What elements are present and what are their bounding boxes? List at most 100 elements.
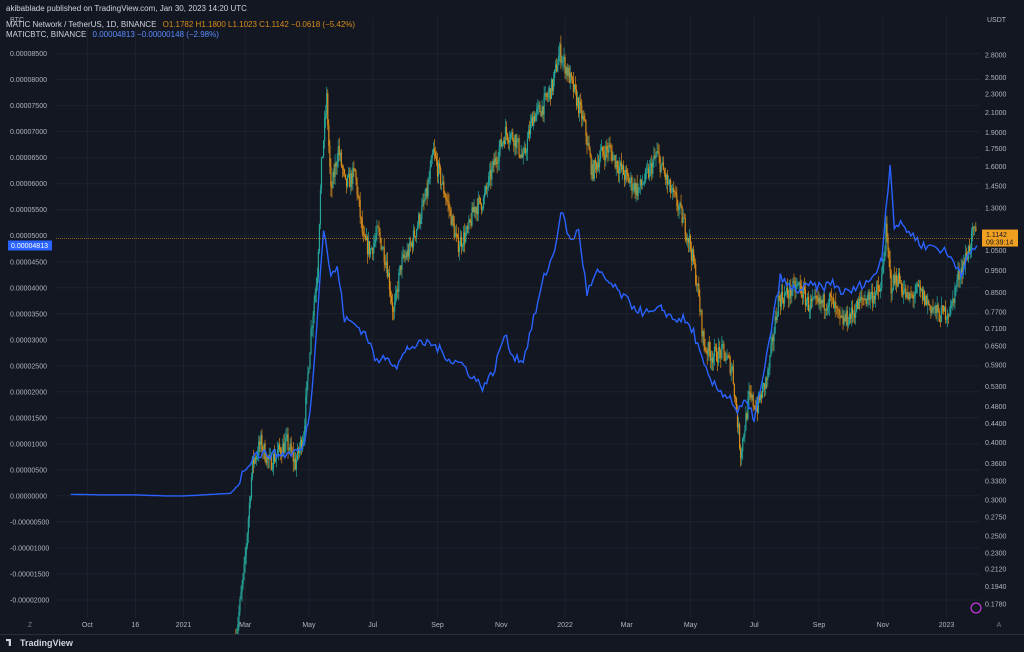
candle-body [617, 169, 619, 174]
candle-body [454, 233, 456, 238]
candle-body [353, 167, 355, 170]
candle-body [549, 88, 552, 100]
time-axis-tick-label: Mar [239, 622, 252, 629]
candle-body [287, 434, 289, 450]
candle-body [451, 215, 453, 226]
candle-body [331, 186, 333, 188]
candle-body [761, 385, 764, 399]
candle-body [362, 232, 364, 235]
candle-body [840, 315, 842, 318]
candle-body [787, 287, 789, 296]
candle-body [432, 148, 434, 155]
candle-body [937, 304, 939, 311]
candle-body [655, 155, 657, 158]
candle-body [702, 330, 704, 337]
overlay-symbol-legend[interactable]: MATICBTC, BINANCE 0.00004813 −0.00000148… [6, 30, 219, 39]
auto-scale-icon[interactable]: A [997, 622, 1002, 629]
candle-body [896, 284, 899, 286]
candle-body [726, 355, 728, 360]
candle-body [487, 187, 489, 189]
candle-body [437, 163, 440, 177]
candle-body [928, 301, 930, 305]
candle-body [316, 276, 318, 286]
candle-body [550, 79, 553, 100]
candle-body [621, 165, 624, 170]
footer-bar: TradingView [0, 634, 1024, 652]
candle-body [899, 282, 902, 284]
candle-body [946, 314, 949, 319]
candle-body [428, 178, 430, 183]
candle-body [971, 230, 973, 249]
candle-body [535, 113, 537, 122]
candle-body [243, 563, 245, 574]
tradingview-logo[interactable]: TradingView [6, 638, 73, 648]
candle-body [471, 207, 473, 226]
candle-body [934, 305, 936, 308]
candle-body [290, 443, 292, 451]
candle-body [453, 223, 455, 238]
candle-body [638, 187, 640, 189]
candle-body [373, 243, 375, 254]
candle-body [890, 270, 892, 294]
candle-body [834, 302, 836, 309]
candle-body [469, 219, 471, 222]
candle-body [813, 297, 815, 299]
candle-body [422, 200, 424, 206]
candle-body [413, 230, 416, 237]
candle-body [395, 292, 397, 302]
candle-body [930, 305, 932, 313]
candle-body [278, 444, 280, 451]
candle-body [707, 342, 709, 355]
candle-body [844, 317, 846, 321]
candle-body [466, 226, 468, 233]
candle-body [401, 256, 403, 270]
candle-body [901, 283, 903, 292]
candle-body [798, 282, 800, 284]
timezone-icon[interactable]: Z [28, 622, 33, 629]
candle-body [483, 192, 486, 198]
candle-body [444, 193, 446, 197]
candle-body [897, 273, 900, 286]
candle-body [945, 318, 948, 320]
candle-body [744, 430, 746, 436]
candle-body [953, 298, 955, 303]
candle-body [299, 439, 302, 448]
candle-body [851, 307, 854, 315]
candle-body [733, 383, 735, 397]
candle-body [943, 306, 946, 312]
candle-body [246, 533, 248, 547]
candle-body [533, 115, 535, 127]
candle-body [371, 248, 373, 250]
left-axis-tick-label: -0.00001000 [10, 545, 49, 552]
candle-body [936, 304, 938, 314]
candle-body [271, 468, 273, 470]
candle-body [498, 148, 500, 162]
candle-body [581, 105, 583, 120]
candle-body [407, 250, 409, 257]
candle-body [759, 394, 762, 401]
candle-body [957, 270, 959, 280]
candle-body [293, 458, 295, 462]
right-axis-tick-label: 0.1780 [985, 601, 1007, 608]
candle-body [527, 130, 530, 139]
chart-canvas[interactable]: 0.00008500 0.00008000 0.00007500 0.00007000… [0, 0, 1024, 651]
candle-body [732, 366, 734, 384]
candle-body [734, 396, 737, 399]
candle-body [478, 197, 480, 199]
candle-body [405, 256, 407, 258]
candle-body [376, 226, 378, 236]
candle-body [906, 292, 908, 298]
candle-body [955, 286, 957, 288]
candle-body [845, 310, 847, 321]
candle-body [551, 79, 554, 91]
candle-body [241, 584, 243, 593]
candle-body [664, 173, 666, 180]
candle-body [822, 294, 824, 303]
left-axis-tick-label: 0.00000000 [10, 493, 47, 500]
candle-body [818, 297, 820, 302]
main-symbol-legend[interactable]: MATIC Network / TetherUS, 1D, BINANCE O1… [6, 20, 355, 29]
candle-body [260, 434, 262, 445]
candle-body [905, 288, 907, 298]
candle-body [606, 145, 608, 150]
candle-body [940, 305, 942, 322]
